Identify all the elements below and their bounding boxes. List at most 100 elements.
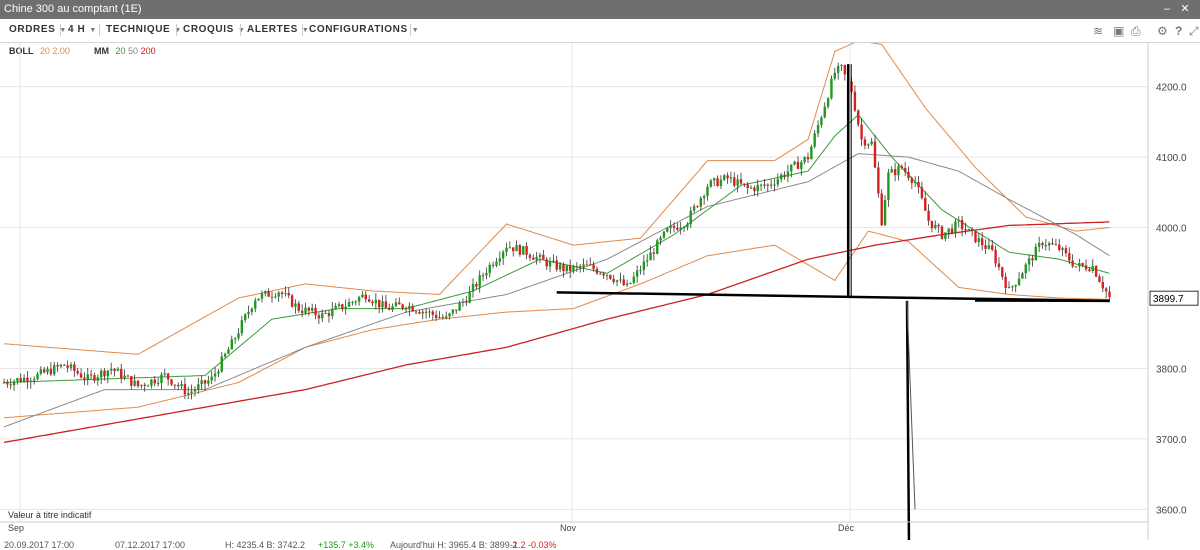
candle <box>1041 241 1043 248</box>
menu-alertes[interactable]: ALERTES▼ <box>247 24 309 35</box>
minimize-icon[interactable]: – <box>1160 2 1174 16</box>
candle-body <box>475 284 477 287</box>
candle-body <box>978 238 980 242</box>
candle-body <box>1028 258 1030 264</box>
candle <box>1095 265 1097 277</box>
candle <box>609 274 611 280</box>
candle-body <box>787 172 789 177</box>
candle-body <box>170 379 172 384</box>
candle-body <box>777 179 779 184</box>
candle <box>1075 266 1077 267</box>
candle-body <box>224 354 226 357</box>
divider <box>176 24 177 36</box>
candle-body <box>190 391 192 393</box>
candle-body <box>864 139 866 145</box>
candle-body <box>80 373 82 377</box>
candle <box>760 184 762 191</box>
help-icon[interactable]: ? <box>1175 24 1182 38</box>
candle-body <box>780 175 782 180</box>
candle <box>800 160 802 176</box>
candle <box>907 167 909 181</box>
menu-ordres[interactable]: ORDRES▼ <box>9 24 67 35</box>
candle-body <box>1108 292 1110 298</box>
candle-body <box>750 188 752 189</box>
menu-technique[interactable]: TECHNIQUE▼ <box>106 24 182 35</box>
candle <box>345 300 347 315</box>
candle <box>144 383 146 392</box>
candle <box>224 353 226 358</box>
candle <box>891 166 893 173</box>
candle <box>157 378 159 387</box>
candle-body <box>626 283 628 285</box>
image-icon[interactable]: ▣ <box>1113 24 1124 38</box>
candle-body <box>227 349 229 353</box>
candle-body <box>542 255 544 260</box>
candle-body <box>311 308 313 311</box>
candle <box>338 302 340 308</box>
candle <box>482 273 484 281</box>
price-chart[interactable]: 4200.04100.04000.03800.03700.03600.0SepN… <box>0 43 1200 547</box>
candle-body <box>529 255 531 258</box>
candle <box>391 303 393 311</box>
x-tick-label: Nov <box>560 523 577 533</box>
candle-body <box>408 306 410 310</box>
candle <box>807 153 809 163</box>
candle-body <box>479 275 481 286</box>
candle <box>924 191 926 211</box>
status-today: Aujourd'hui H: 3965.4 B: 3899.2 <box>390 540 517 550</box>
candle <box>23 374 25 383</box>
candle-body <box>415 311 417 312</box>
candle-body <box>147 386 149 387</box>
candle-body <box>26 378 28 382</box>
candle-body <box>874 141 876 167</box>
print-icon[interactable]: ⎙ <box>1131 24 1141 39</box>
candle-body <box>231 339 233 349</box>
candle <box>911 176 913 189</box>
candle <box>646 254 648 266</box>
candle <box>1021 272 1023 279</box>
candle <box>897 164 899 181</box>
menu-croquis[interactable]: CROQUIS▼ <box>183 24 245 35</box>
candle <box>328 310 330 322</box>
candle-body <box>924 198 926 211</box>
candle <box>231 336 233 350</box>
candle-body <box>1008 287 1010 288</box>
candle-body <box>522 246 524 254</box>
candle <box>308 307 310 316</box>
chevron-down-icon: ▼ <box>89 27 97 34</box>
candle <box>693 204 695 213</box>
candle-body <box>602 274 604 276</box>
candle-body <box>525 246 527 255</box>
candle-body <box>639 270 641 271</box>
candle <box>288 287 290 298</box>
candle <box>341 304 343 312</box>
candle <box>247 306 249 319</box>
candle-body <box>991 245 993 250</box>
candle-body <box>328 313 330 316</box>
candle <box>733 172 735 187</box>
candle-body <box>951 228 953 232</box>
menu-configurations[interactable]: CONFIGURATIONS▼ <box>309 24 419 35</box>
candle <box>519 244 521 257</box>
candle-body <box>398 302 400 304</box>
candle-body <box>515 245 517 251</box>
divider <box>240 24 241 36</box>
candle-body <box>877 167 879 193</box>
layers-icon[interactable]: ≋ <box>1093 24 1103 38</box>
candle <box>190 385 192 400</box>
candle <box>6 379 8 387</box>
candle-body <box>629 283 631 284</box>
menu-interval[interactable]: 4 H▼ <box>68 24 97 35</box>
candle <box>864 136 866 149</box>
close-icon[interactable]: ✕ <box>1178 2 1192 16</box>
candle <box>87 368 89 385</box>
candle <box>1082 263 1084 268</box>
fullscreen-icon[interactable]: ⤢ <box>1189 24 1199 39</box>
candle-body <box>1098 277 1100 283</box>
candle-body <box>445 316 447 318</box>
candle-body <box>673 226 675 228</box>
candle <box>669 220 671 234</box>
candle-body <box>177 385 179 386</box>
gear-icon[interactable]: ⚙ <box>1157 24 1168 38</box>
candle-body <box>743 184 745 185</box>
